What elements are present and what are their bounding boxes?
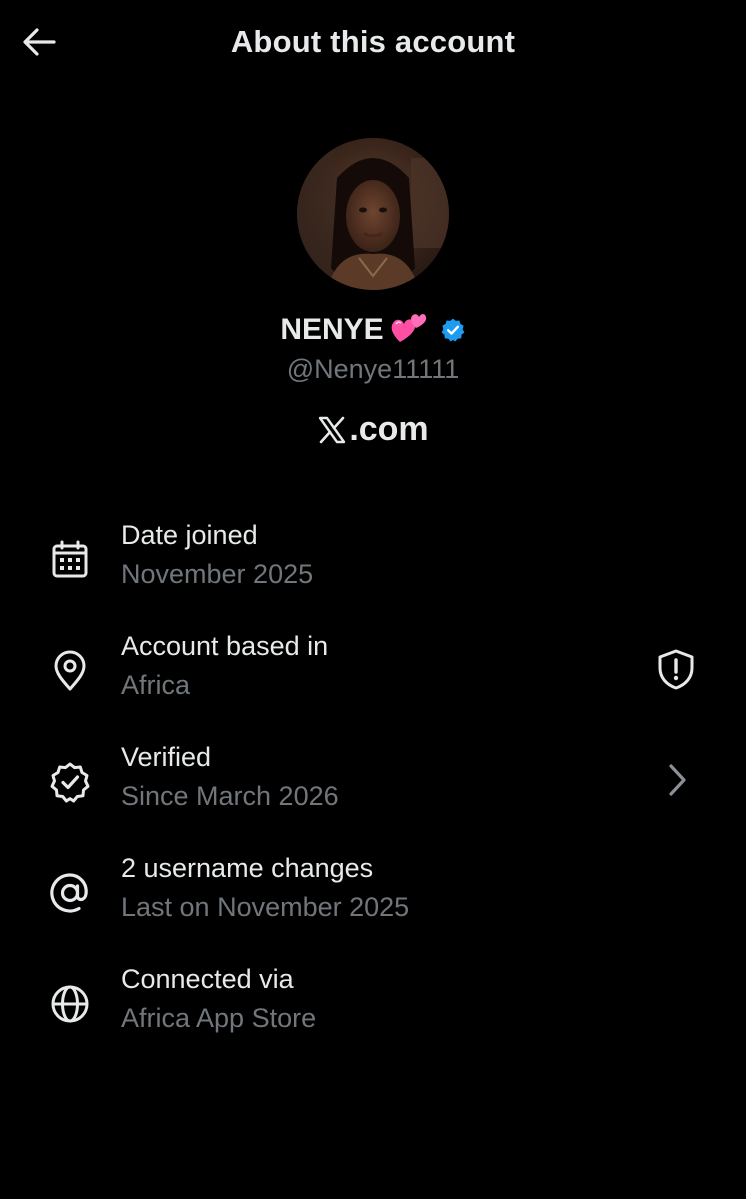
detail-row-username-changes: 2 username changes Last on November 2025 — [0, 853, 746, 953]
detail-value: November 2025 — [121, 559, 314, 589]
page-title: About this account — [230, 24, 516, 59]
verified-badge-icon[interactable] — [440, 317, 466, 343]
avatar-image — [297, 138, 449, 290]
header-bar: About this account — [0, 0, 746, 86]
avatar[interactable] — [297, 138, 449, 290]
calendar-icon — [52, 540, 88, 578]
detail-row-connected-via: Connected via Africa App Store — [0, 964, 746, 1064]
detail-label: Date joined — [121, 520, 258, 550]
chevron-right-icon — [669, 764, 686, 796]
detail-label: Account based in — [121, 631, 329, 661]
detail-row-verified[interactable]: Verified Since March 2026 — [0, 742, 746, 842]
at-sign-icon — [50, 873, 88, 913]
shield-alert-icon[interactable] — [654, 647, 698, 691]
two-hearts-emoji-icon — [391, 314, 426, 342]
detail-value: Africa — [121, 670, 191, 700]
site-label: .com — [0, 410, 746, 449]
verified-badge-outline-icon — [50, 762, 90, 803]
detail-label: Verified — [121, 742, 212, 772]
user-handle: @Nenye11111 — [286, 354, 460, 384]
x-logo-icon — [319, 416, 346, 443]
detail-value: Since March 2026 — [121, 781, 339, 811]
site-domain: .com — [349, 410, 429, 448]
location-pin-icon — [54, 650, 86, 691]
detail-value: Last on November 2025 — [121, 892, 410, 922]
detail-row-account-based-in: Account based in Africa — [0, 631, 746, 731]
detail-label: Connected via — [121, 964, 294, 994]
detail-row-date-joined: Date joined November 2025 — [0, 520, 746, 620]
display-name: NENYE — [280, 313, 384, 346]
globe-icon — [51, 985, 89, 1023]
detail-label: 2 username changes — [121, 853, 374, 883]
detail-value: Africa App Store — [121, 1003, 317, 1033]
name-row: NENYE — [0, 312, 746, 348]
